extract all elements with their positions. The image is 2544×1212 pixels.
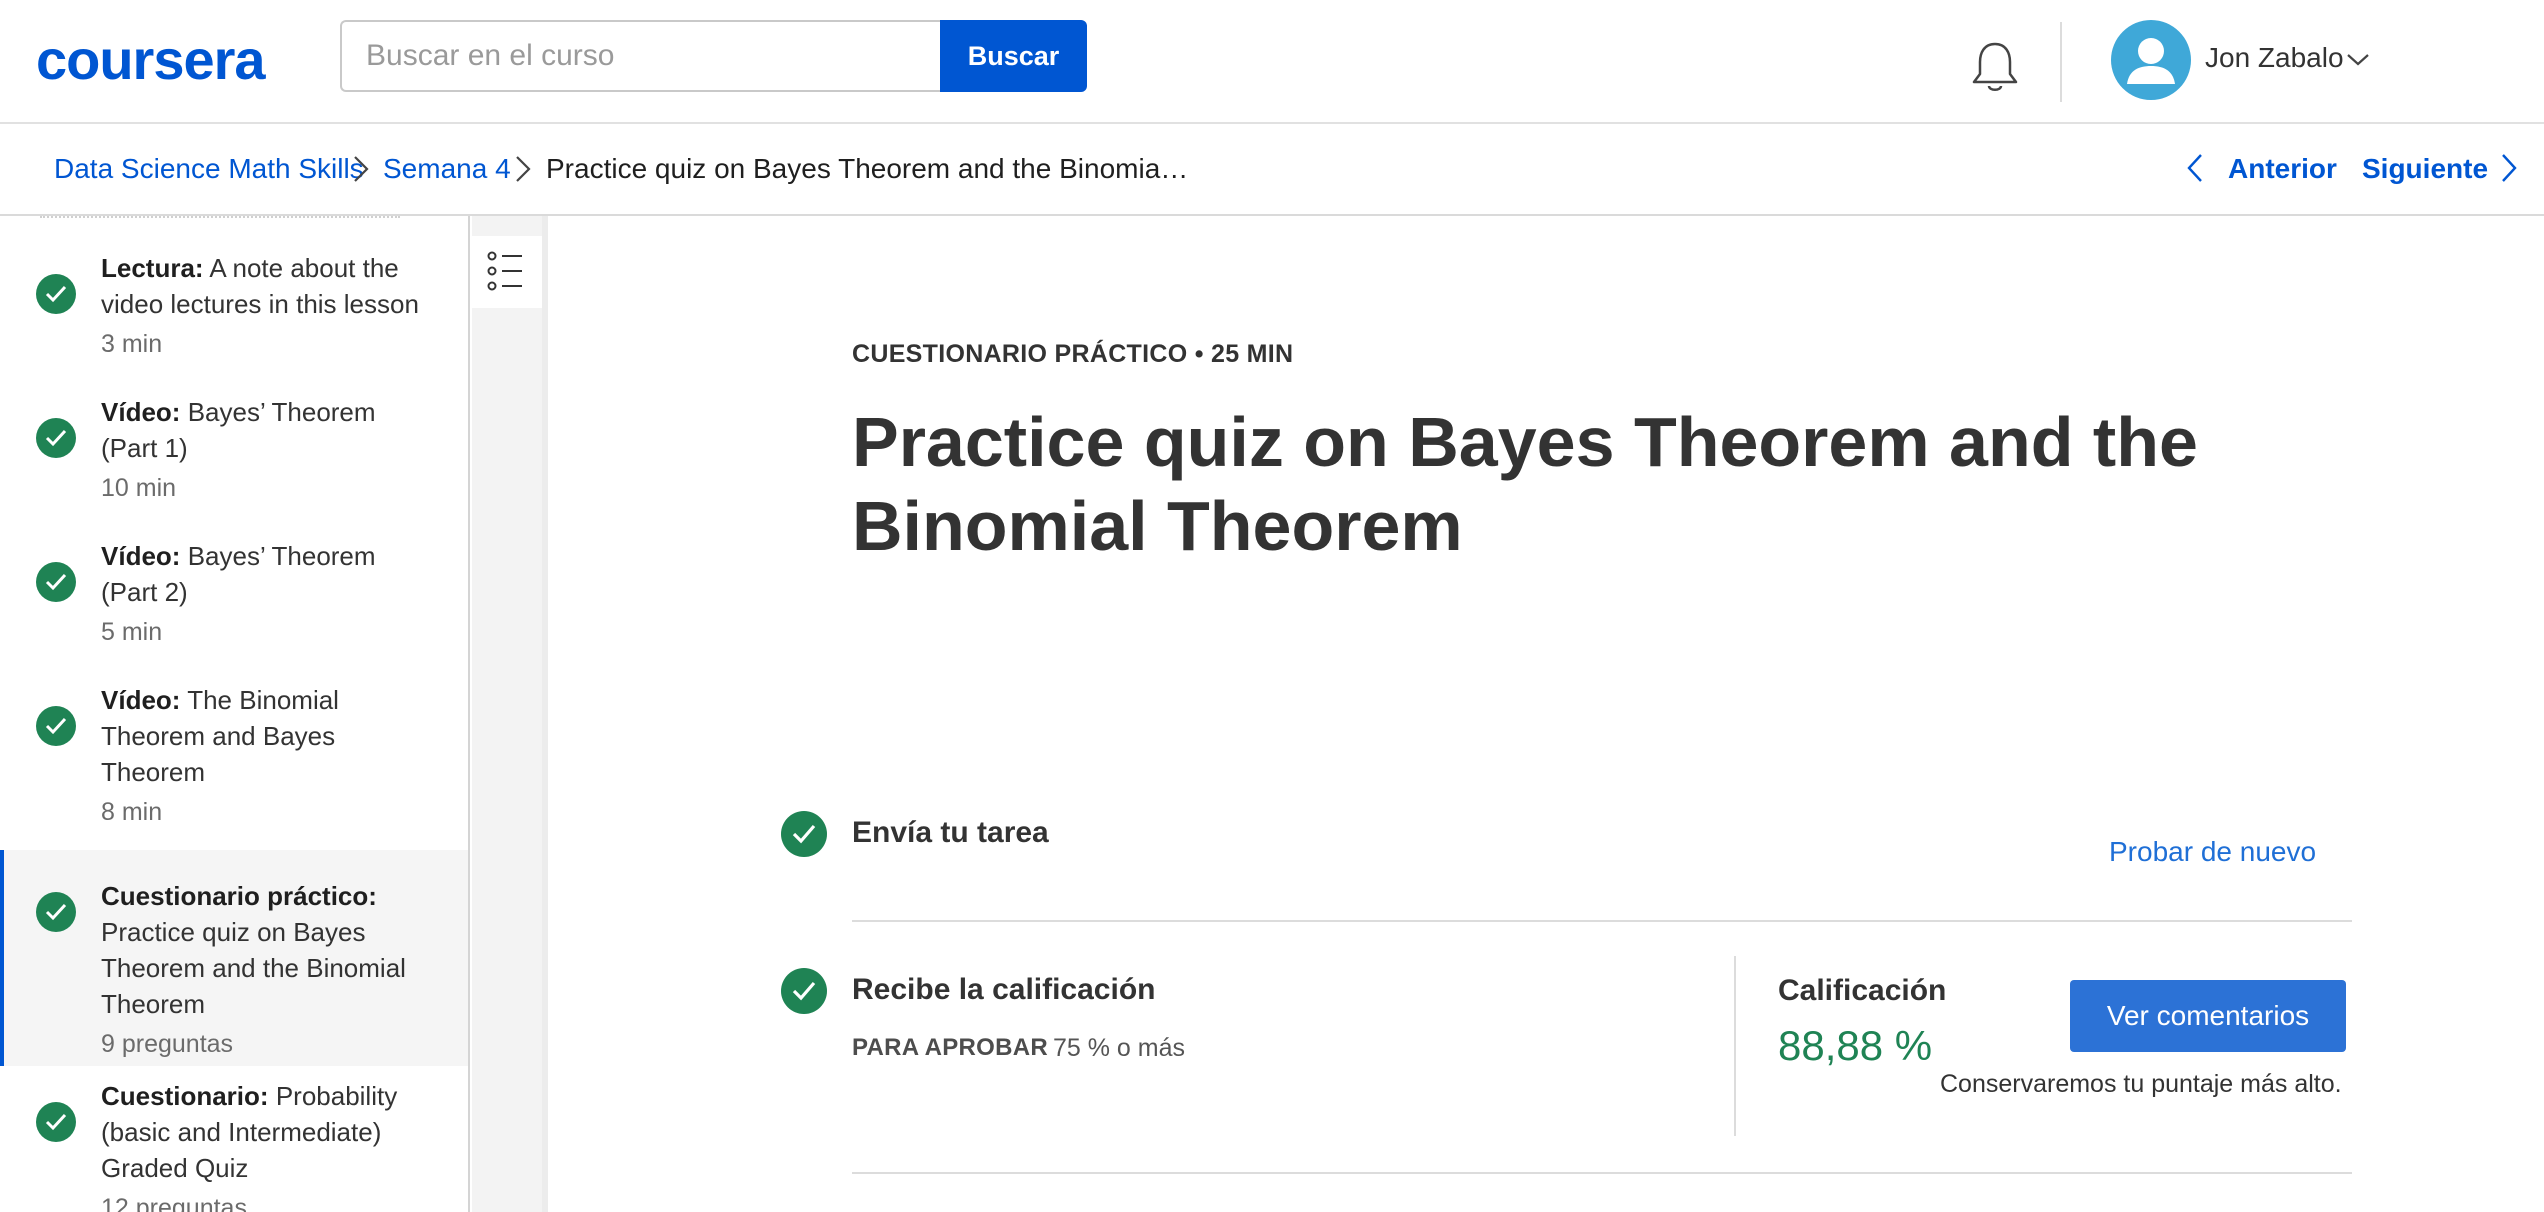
breadcrumb: Data Science Math Skills Semana 4 Practi… bbox=[0, 124, 2544, 216]
previous-button[interactable]: Anterior bbox=[2228, 152, 2337, 186]
item-meta: 9 preguntas bbox=[101, 1030, 234, 1058]
breadcrumb-week[interactable]: Semana 4 bbox=[383, 152, 511, 186]
pass-threshold-value: 75 % o más bbox=[1053, 1034, 1186, 1062]
main-content: CUESTIONARIO PRÁCTICO • 25 MIN Practice … bbox=[554, 216, 2544, 1212]
divider bbox=[852, 920, 2352, 922]
item-type: Vídeo: bbox=[101, 685, 181, 715]
item-meta: 5 min bbox=[101, 618, 163, 646]
item-meta: 12 preguntas bbox=[101, 1194, 247, 1212]
sidebar-item-practice-quiz[interactable]: Cuestionario práctico: Practice quiz on … bbox=[0, 850, 468, 1066]
list-outline-icon[interactable] bbox=[472, 236, 542, 308]
grade-divider bbox=[1734, 956, 1736, 1136]
try-again-button[interactable]: Probar de nuevo bbox=[2109, 836, 2316, 868]
highest-score-note: Conservaremos tu puntaje más alto. bbox=[1940, 1070, 2342, 1098]
chevron-right-icon bbox=[516, 156, 531, 182]
item-type: Vídeo: bbox=[101, 397, 181, 427]
grade-label: Calificación bbox=[1778, 974, 1947, 1007]
sidebar-item-video-2[interactable]: Vídeo: Bayes’ Theorem (Part 2) 5 min bbox=[0, 538, 468, 650]
user-avatar-icon[interactable] bbox=[2111, 20, 2191, 100]
check-circle-icon bbox=[781, 811, 827, 857]
item-meta: 8 min bbox=[101, 798, 163, 826]
sidebar-item-reading[interactable]: Lectura: A note about the video lectures… bbox=[0, 250, 468, 362]
item-kicker: CUESTIONARIO PRÁCTICO • 25 MIN bbox=[852, 340, 1294, 368]
sidebar-item-graded-quiz[interactable]: Cuestionario: Probability (basic and Int… bbox=[0, 1078, 468, 1212]
next-button[interactable]: Siguiente bbox=[2362, 152, 2488, 186]
chevron-left-icon[interactable] bbox=[2186, 152, 2204, 184]
grade-value: 88,88 % bbox=[1778, 1022, 1933, 1069]
chevron-down-icon[interactable] bbox=[2346, 50, 2370, 68]
scroll-fade bbox=[40, 216, 400, 222]
check-circle-icon bbox=[36, 1102, 76, 1142]
receive-grade-label: Recibe la calificación bbox=[852, 973, 1156, 1006]
page-title: Practice quiz on Bayes Theorem and the B… bbox=[852, 403, 2198, 565]
check-circle-icon bbox=[36, 274, 76, 314]
outline-toggle-strip bbox=[472, 216, 548, 1212]
breadcrumb-current: Practice quiz on Bayes Theorem and the B… bbox=[546, 153, 1189, 184]
item-type: Lectura: bbox=[101, 253, 204, 283]
item-type: Cuestionario práctico: bbox=[101, 881, 377, 911]
coursera-logo[interactable]: coursera bbox=[36, 30, 266, 90]
view-feedback-button[interactable]: Ver comentarios bbox=[2070, 980, 2346, 1052]
item-title: Practice quiz on Bayes Theorem and the B… bbox=[101, 917, 406, 1019]
sidebar-item-video-3[interactable]: Vídeo: The Binomial Theorem and Bayes Th… bbox=[0, 682, 468, 830]
item-type: Vídeo: bbox=[101, 541, 181, 571]
submit-assignment-label: Envía tu tarea bbox=[852, 816, 1049, 849]
search-button[interactable]: Buscar bbox=[940, 20, 1087, 92]
item-meta: 3 min bbox=[101, 330, 163, 358]
item-meta: 10 min bbox=[101, 474, 177, 502]
course-outline-sidebar: Lectura: A note about the video lectures… bbox=[0, 216, 470, 1212]
check-circle-icon bbox=[36, 562, 76, 602]
check-circle-icon bbox=[36, 892, 76, 932]
chevron-right-icon[interactable] bbox=[2500, 152, 2518, 184]
pass-threshold-label: PARA APROBAR bbox=[852, 1034, 1049, 1061]
check-circle-icon bbox=[36, 706, 76, 746]
user-name[interactable]: Jon Zabalo bbox=[2205, 42, 2344, 74]
bell-icon[interactable] bbox=[1970, 40, 2020, 96]
check-circle-icon bbox=[781, 968, 827, 1014]
top-header: coursera Buscar en el curso Buscar Jon Z… bbox=[0, 0, 2544, 124]
search-input[interactable]: Buscar en el curso bbox=[340, 20, 942, 92]
item-type: Cuestionario: bbox=[101, 1081, 269, 1111]
check-circle-icon bbox=[36, 418, 76, 458]
sidebar-item-video-1[interactable]: Vídeo: Bayes’ Theorem (Part 1) 10 min bbox=[0, 394, 468, 506]
chevron-right-icon bbox=[354, 156, 369, 182]
divider bbox=[852, 1172, 2352, 1174]
header-divider bbox=[2060, 22, 2062, 102]
breadcrumb-course[interactable]: Data Science Math Skills bbox=[54, 152, 364, 186]
